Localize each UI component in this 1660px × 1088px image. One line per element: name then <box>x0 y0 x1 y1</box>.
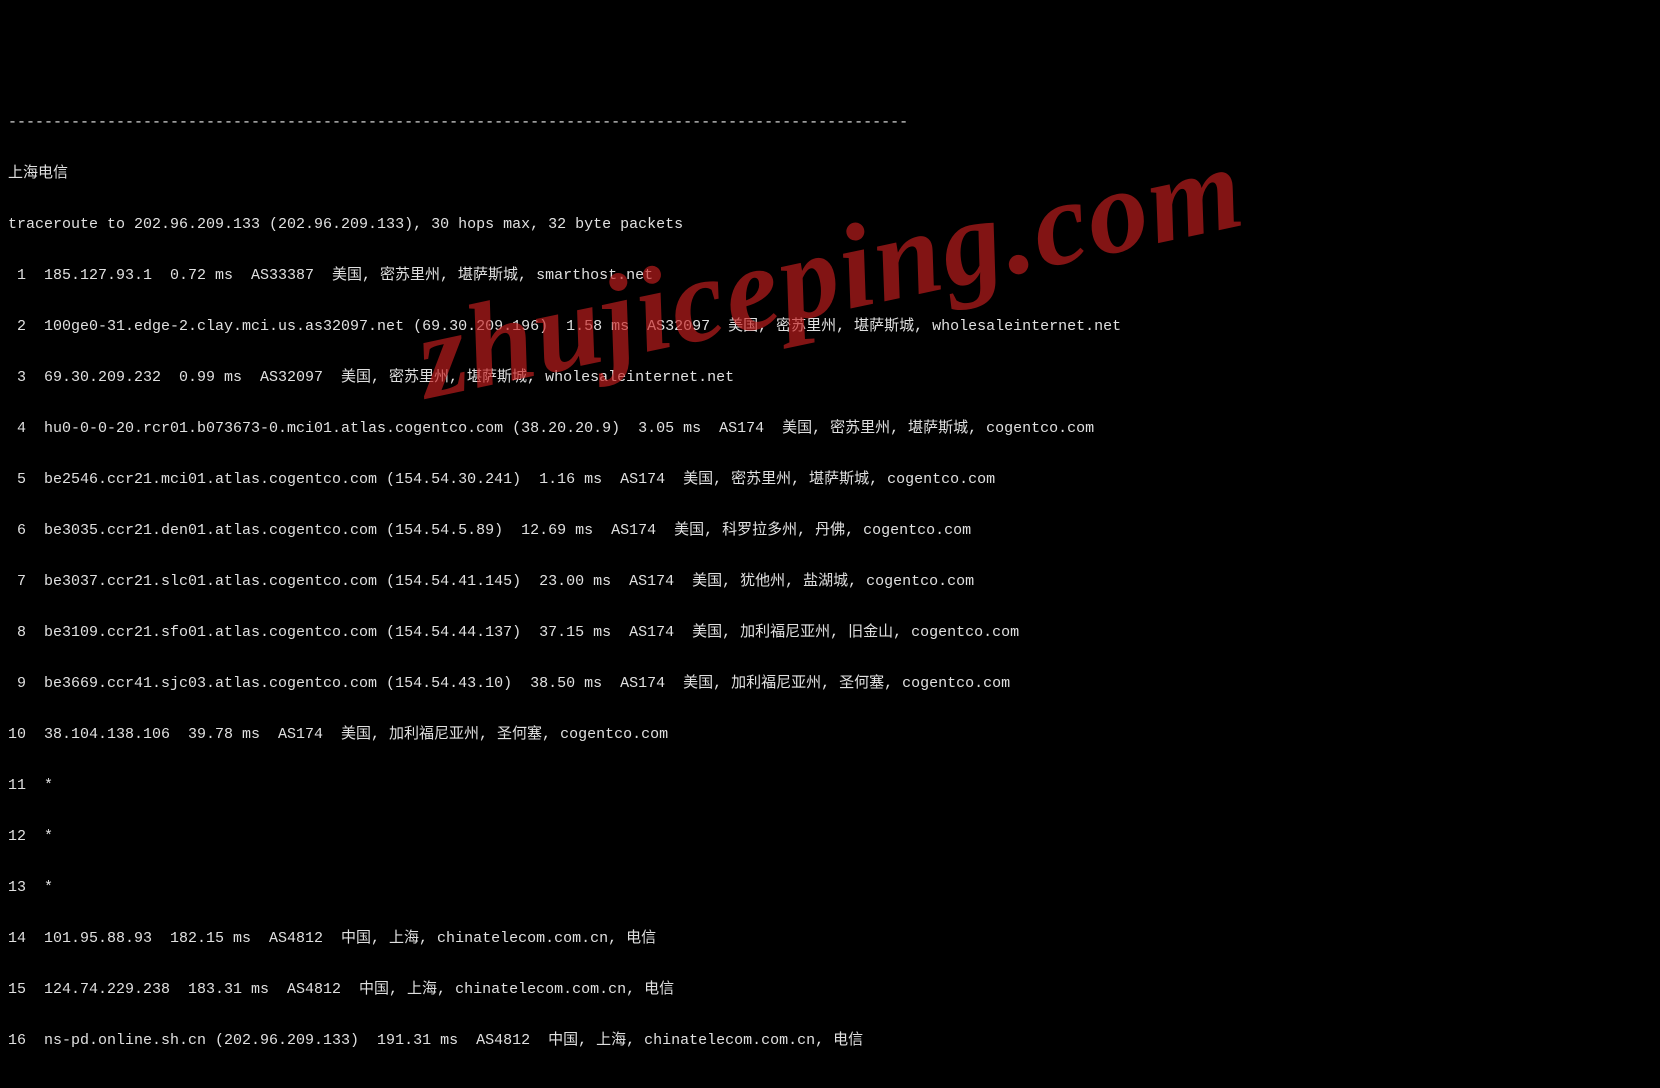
hop-line: 10 38.104.138.106 39.78 ms AS174 美国, 加利福… <box>8 722 1652 748</box>
hop-line: 1 185.127.93.1 0.72 ms AS33387 美国, 密苏里州,… <box>8 263 1652 289</box>
separator-line: ----------------------------------------… <box>8 110 1652 136</box>
hop-line: 7 be3037.ccr21.slc01.atlas.cogentco.com … <box>8 569 1652 595</box>
hop-line: 15 124.74.229.238 183.31 ms AS4812 中国, 上… <box>8 977 1652 1003</box>
hop-line: 11 * <box>8 773 1652 799</box>
hop-line: 2 100ge0-31.edge-2.clay.mci.us.as32097.n… <box>8 314 1652 340</box>
hop-line: 9 be3669.ccr41.sjc03.atlas.cogentco.com … <box>8 671 1652 697</box>
hop-line: 14 101.95.88.93 182.15 ms AS4812 中国, 上海,… <box>8 926 1652 952</box>
hop-line: 13 * <box>8 875 1652 901</box>
hop-line: 12 * <box>8 824 1652 850</box>
traceroute-header: traceroute to 202.96.209.133 (202.96.209… <box>8 212 1652 238</box>
hop-line: 6 be3035.ccr21.den01.atlas.cogentco.com … <box>8 518 1652 544</box>
hop-line: 5 be2546.ccr21.mci01.atlas.cogentco.com … <box>8 467 1652 493</box>
hop-line: 3 69.30.209.232 0.99 ms AS32097 美国, 密苏里州… <box>8 365 1652 391</box>
hop-line: 4 hu0-0-0-20.rcr01.b073673-0.mci01.atlas… <box>8 416 1652 442</box>
traceroute-title: 上海电信 <box>8 161 1652 187</box>
hop-line: 8 be3109.ccr21.sfo01.atlas.cogentco.com … <box>8 620 1652 646</box>
hop-line: 16 ns-pd.online.sh.cn (202.96.209.133) 1… <box>8 1028 1652 1054</box>
